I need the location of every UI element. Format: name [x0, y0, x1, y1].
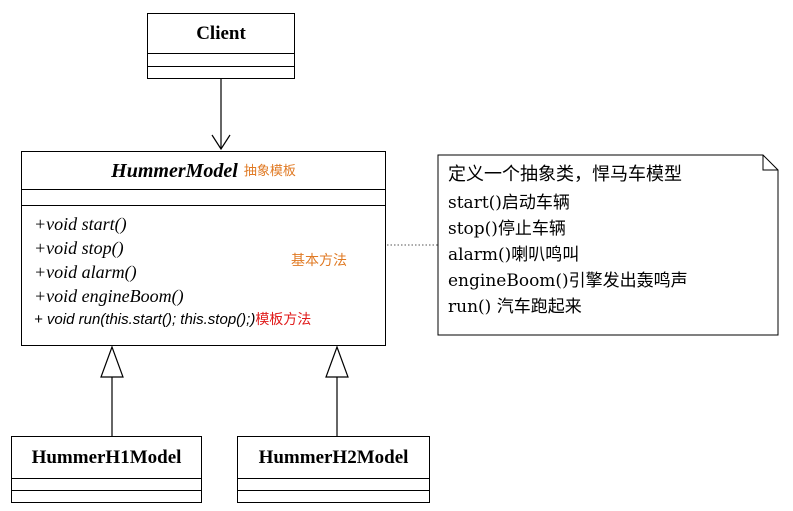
- note-line-alarm: alarm()喇叭鸣叫: [448, 245, 580, 265]
- uml-diagram: Client HummerModel 抽象模板 +void start() +vo…: [0, 0, 793, 511]
- method-run: + void run(this.start(); this.stop();)模板…: [34, 308, 385, 332]
- note: 定义一个抽象类，悍马车模型 start()启动车辆 stop()停止车辆 ala…: [438, 155, 778, 335]
- abstract-attributes-compartment: [22, 190, 385, 206]
- note-line-stop: stop()停止车辆: [448, 219, 566, 239]
- h2-generalization-triangle: [325, 345, 349, 378]
- base-methods-label: 基本方法: [291, 253, 347, 269]
- note-line-run: run() 汽车跑起来: [448, 297, 582, 317]
- note-line-title: 定义一个抽象类，悍马车模型: [448, 164, 682, 185]
- subclass-h2-attributes-compartment: [238, 479, 429, 491]
- h1-generalization-triangle: [100, 345, 124, 378]
- subclass-h1-methods-compartment: [12, 491, 201, 502]
- note-text: 定义一个抽象类，悍马车模型 start()启动车辆 stop()停止车辆 ala…: [448, 160, 688, 320]
- subclass-h1-name: HummerH1Model: [12, 437, 201, 479]
- method-run-signature: + void run(this.start(); this.stop();): [34, 311, 256, 328]
- abstract-class-name: HummerModel: [111, 160, 238, 182]
- method-start: +void start(): [34, 214, 127, 234]
- abstract-template-tag: 抽象模板: [243, 164, 296, 179]
- client-class-name: Client: [148, 14, 294, 54]
- template-method-label: 模板方法: [255, 312, 312, 328]
- subclass-h2-name: HummerH2Model: [238, 437, 429, 479]
- client-methods-compartment: [148, 67, 294, 78]
- client-attributes-compartment: [148, 54, 294, 67]
- subclass-h1-attributes-compartment: [12, 479, 201, 491]
- note-line-start: start()启动车辆: [448, 193, 570, 213]
- abstract-class-header: HummerModel 抽象模板: [22, 152, 385, 190]
- subclass-h2-box: HummerH2Model: [237, 436, 430, 503]
- client-class-box: Client: [147, 13, 295, 79]
- note-line-engine-boom: engineBoom()引擎发出轰鸣声: [448, 271, 688, 291]
- subclass-h2-methods-compartment: [238, 491, 429, 502]
- subclass-h1-box: HummerH1Model: [11, 436, 202, 503]
- method-engine-boom: +void engineBoom(): [34, 286, 184, 306]
- abstract-class-box: HummerModel 抽象模板 +void start() +void stop…: [21, 151, 386, 346]
